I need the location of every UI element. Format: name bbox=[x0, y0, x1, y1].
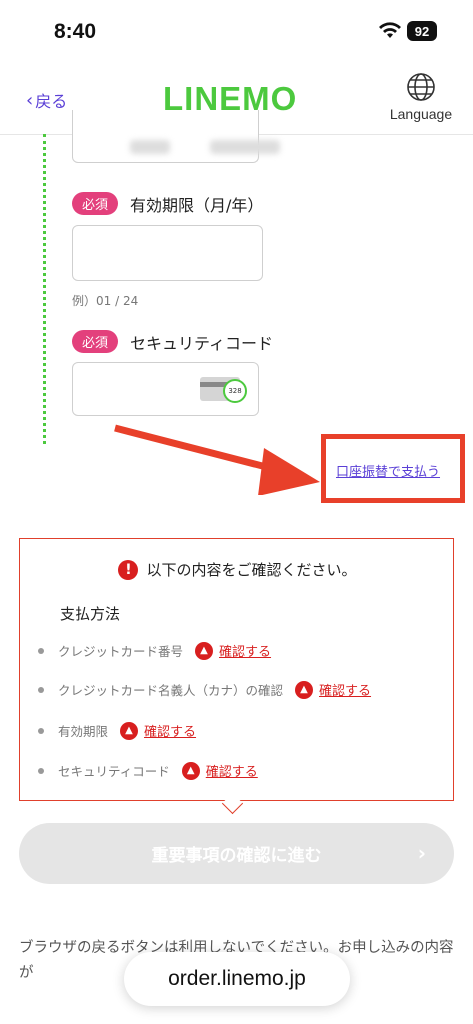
error-item-label: クレジットカード名義人（カナ）の確認 bbox=[58, 683, 284, 698]
next-button[interactable]: 重要事項の確認に進む › bbox=[19, 823, 454, 884]
chevron-up-icon: ▲ bbox=[181, 761, 200, 780]
blurred-name-value bbox=[130, 140, 170, 154]
chevron-up-icon: ▲ bbox=[295, 680, 314, 699]
account-transfer-link[interactable]: 口座振替で支払う bbox=[336, 461, 440, 480]
back-label: 戻る bbox=[35, 92, 68, 111]
globe-icon bbox=[407, 73, 435, 101]
card-back-icon: 328 bbox=[200, 377, 247, 403]
required-badge: 必須 bbox=[72, 192, 119, 215]
confirm-link[interactable]: 確認する bbox=[206, 761, 258, 780]
error-item-label: クレジットカード番号 bbox=[58, 644, 184, 659]
progress-dotted-line bbox=[43, 134, 46, 444]
language-button[interactable]: Language bbox=[386, 72, 456, 122]
cardholder-name-input[interactable] bbox=[72, 110, 259, 163]
confirm-link[interactable]: 確認する bbox=[219, 641, 271, 660]
language-label: Language bbox=[389, 106, 453, 122]
required-badge: 必須 bbox=[72, 330, 119, 353]
error-item: セキュリティコード ▲ 確認する bbox=[38, 761, 258, 780]
chevron-right-icon: › bbox=[417, 841, 426, 865]
confirm-link[interactable]: 確認する bbox=[144, 721, 196, 740]
error-panel: ! 以下の内容をご確認ください。 支払方法 クレジットカード番号 ▲ 確認する … bbox=[19, 538, 454, 801]
expiry-example: 例）01 / 24 bbox=[72, 294, 139, 308]
annotation-arrow bbox=[114, 424, 320, 495]
chevron-up-icon: ▲ bbox=[120, 721, 139, 740]
chevron-up-icon: ▲ bbox=[195, 641, 214, 660]
error-item: クレジットカード番号 ▲ 確認する bbox=[38, 641, 271, 660]
expiry-label: 有効期限（月/年） bbox=[130, 196, 264, 215]
bullet-icon bbox=[38, 727, 44, 734]
confirm-link[interactable]: 確認する bbox=[319, 680, 371, 699]
wifi-icon bbox=[379, 22, 401, 38]
battery-indicator: 92 bbox=[407, 21, 437, 41]
next-button-label: 重要事項の確認に進む bbox=[151, 846, 322, 866]
chevron-left-icon: ‹ bbox=[26, 89, 34, 111]
security-code-input[interactable]: 328 bbox=[72, 362, 259, 416]
status-time: 8:40 bbox=[54, 20, 97, 43]
error-item: 有効期限 ▲ 確認する bbox=[38, 721, 196, 740]
error-item-label: 有効期限 bbox=[58, 724, 109, 739]
error-item: クレジットカード名義人（カナ）の確認 ▲ 確認する bbox=[38, 680, 371, 699]
security-code-hint: 328 bbox=[223, 379, 247, 403]
bullet-icon bbox=[38, 686, 44, 693]
error-title: 以下の内容をご確認ください。 bbox=[146, 561, 357, 579]
error-item-label: セキュリティコード bbox=[58, 764, 170, 779]
exclamation-icon: ! bbox=[118, 559, 139, 580]
bullet-icon bbox=[38, 647, 44, 654]
expiry-input[interactable] bbox=[72, 225, 263, 281]
error-title-row: ! 以下の内容をご確認ください。 bbox=[20, 559, 455, 580]
bullet-icon bbox=[38, 767, 44, 774]
security-code-label: セキュリティコード bbox=[130, 334, 274, 353]
section-title: 支払方法 bbox=[60, 605, 121, 623]
back-button[interactable]: ‹ 戻る bbox=[26, 88, 67, 112]
blurred-name-value bbox=[210, 140, 280, 154]
url-bar[interactable]: order.linemo.jp bbox=[124, 952, 350, 1006]
